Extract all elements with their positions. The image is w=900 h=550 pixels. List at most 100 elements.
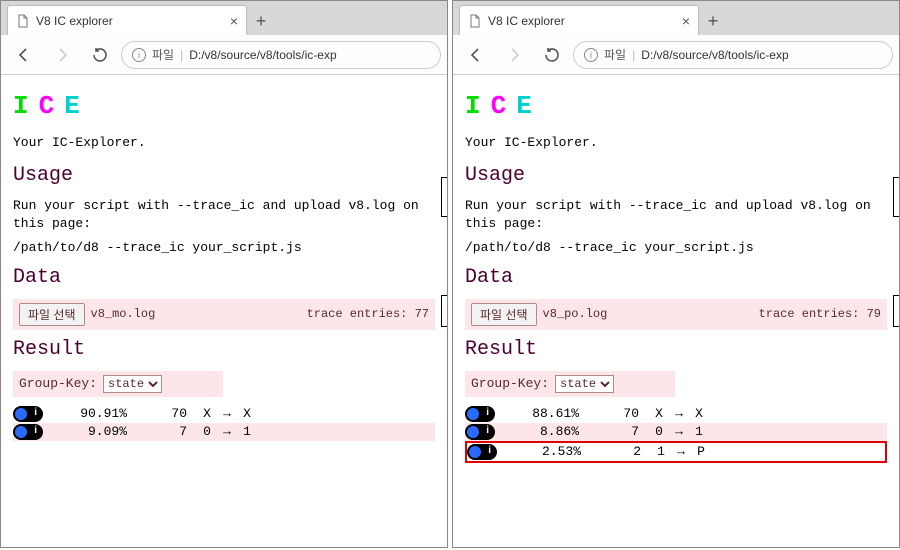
toggle-icon[interactable]: i [13,424,43,440]
file-select-button[interactable]: 파일 선택 [19,303,85,326]
to: X [237,406,257,421]
stage: V8 IC explorer × + i 파일 | D:/v8/source/v… [0,0,900,550]
result-table: i 90.91% 70 X → X i 9.09% 7 0 → 1 [13,405,435,441]
cnt: 70 [589,406,639,421]
tab-bar: V8 IC explorer × + [453,1,899,35]
usage-line-1: Run your script with --trace_ic and uplo… [465,197,887,233]
browser-tab[interactable]: V8 IC explorer × [7,5,247,35]
toggle-icon[interactable]: i [467,444,497,460]
from: 1 [651,444,671,459]
section-data: Data [13,266,435,289]
close-icon[interactable]: × [230,14,238,28]
cnt: 2 [591,444,641,459]
logo: ICE [13,91,435,121]
forward-button[interactable] [497,40,531,70]
toolbar: i 파일 | D:/v8/source/v8/tools/ic-exp [1,35,447,75]
toggle-icon[interactable]: i [13,406,43,422]
addr-path: D:/v8/source/v8/tools/ic-exp [641,48,788,62]
arrow-icon: → [217,406,237,421]
addr-sep: | [180,48,183,62]
result-row[interactable]: i 9.09% 7 0 → 1 [13,423,435,441]
info-icon: i [132,48,146,62]
tab-title: V8 IC explorer [488,14,676,28]
addr-sep: | [632,48,635,62]
arrow-icon: → [671,444,691,459]
tagline: Your IC-Explorer. [13,135,435,150]
cnt: 7 [589,424,639,439]
file-name: v8_po.log [543,307,608,321]
info-icon: i [584,48,598,62]
trace-entries: trace entries: 79 [759,307,881,321]
pct: 8.86% [509,424,579,439]
group-key-select[interactable]: state [555,375,614,393]
logo-e: E [64,91,90,121]
page-icon [16,14,30,28]
result-table: i 88.61% 70 X → X i 8.86% 7 0 → 1 i [465,405,887,463]
arrow-icon: → [217,424,237,439]
address-bar[interactable]: i 파일 | D:/v8/source/v8/tools/ic-exp [121,41,441,69]
close-icon[interactable]: × [682,14,690,28]
reload-button[interactable] [83,40,117,70]
pct: 88.61% [509,406,579,421]
addr-prefix: 파일 [604,46,626,63]
group-key-row: Group-Key: state [13,371,223,397]
result-row-highlighted[interactable]: i 2.53% 2 1 → P [465,441,887,463]
to: P [691,444,711,459]
bracket-icon [893,177,899,217]
back-button[interactable] [7,40,41,70]
new-tab-button[interactable]: + [247,7,275,35]
new-tab-button[interactable]: + [699,7,727,35]
section-usage: Usage [465,164,887,187]
arrow-icon: → [669,406,689,421]
to: 1 [237,424,257,439]
logo-e: E [516,91,542,121]
pct: 9.09% [57,424,127,439]
trace-entries: trace entries: 77 [307,307,429,321]
usage-line-2: /path/to/d8 --trace_ic your_script.js [465,239,887,257]
group-key-label: Group-Key: [471,376,549,391]
section-data: Data [465,266,887,289]
cnt: 7 [137,424,187,439]
group-key-row: Group-Key: state [465,371,675,397]
file-select-button[interactable]: 파일 선택 [471,303,537,326]
logo-c: C [39,91,65,121]
result-row[interactable]: i 8.86% 7 0 → 1 [465,423,887,441]
toolbar: i 파일 | D:/v8/source/v8/tools/ic-exp [453,35,899,75]
tagline: Your IC-Explorer. [465,135,887,150]
bracket-icon [441,295,447,327]
logo-c: C [491,91,517,121]
pct: 2.53% [511,444,581,459]
group-key-label: Group-Key: [19,376,97,391]
to: 1 [689,424,709,439]
from: 0 [649,424,669,439]
reload-button[interactable] [535,40,569,70]
forward-button[interactable] [45,40,79,70]
window-left: V8 IC explorer × + i 파일 | D:/v8/source/v… [0,0,448,548]
section-usage: Usage [13,164,435,187]
data-row: 파일 선택 v8_po.log trace entries: 79 [465,299,887,330]
browser-tab[interactable]: V8 IC explorer × [459,5,699,35]
page-content: ICE Your IC-Explorer. Usage Run your scr… [453,75,899,473]
usage-line-1: Run your script with --trace_ic and uplo… [13,197,435,233]
result-row[interactable]: i 90.91% 70 X → X [13,405,435,423]
bracket-icon [893,295,899,327]
group-key-select[interactable]: state [103,375,162,393]
file-name: v8_mo.log [91,307,156,321]
page-icon [468,14,482,28]
address-bar[interactable]: i 파일 | D:/v8/source/v8/tools/ic-exp [573,41,893,69]
back-button[interactable] [459,40,493,70]
toggle-icon[interactable]: i [465,424,495,440]
tab-title: V8 IC explorer [36,14,224,28]
usage-line-2: /path/to/d8 --trace_ic your_script.js [13,239,435,257]
logo-i: I [13,91,39,121]
addr-path: D:/v8/source/v8/tools/ic-exp [189,48,336,62]
addr-prefix: 파일 [152,46,174,63]
from: X [197,406,217,421]
result-row[interactable]: i 88.61% 70 X → X [465,405,887,423]
toggle-icon[interactable]: i [465,406,495,422]
section-result: Result [465,338,887,361]
from: X [649,406,669,421]
bracket-icon [441,177,447,217]
page-content: ICE Your IC-Explorer. Usage Run your scr… [1,75,447,451]
section-result: Result [13,338,435,361]
